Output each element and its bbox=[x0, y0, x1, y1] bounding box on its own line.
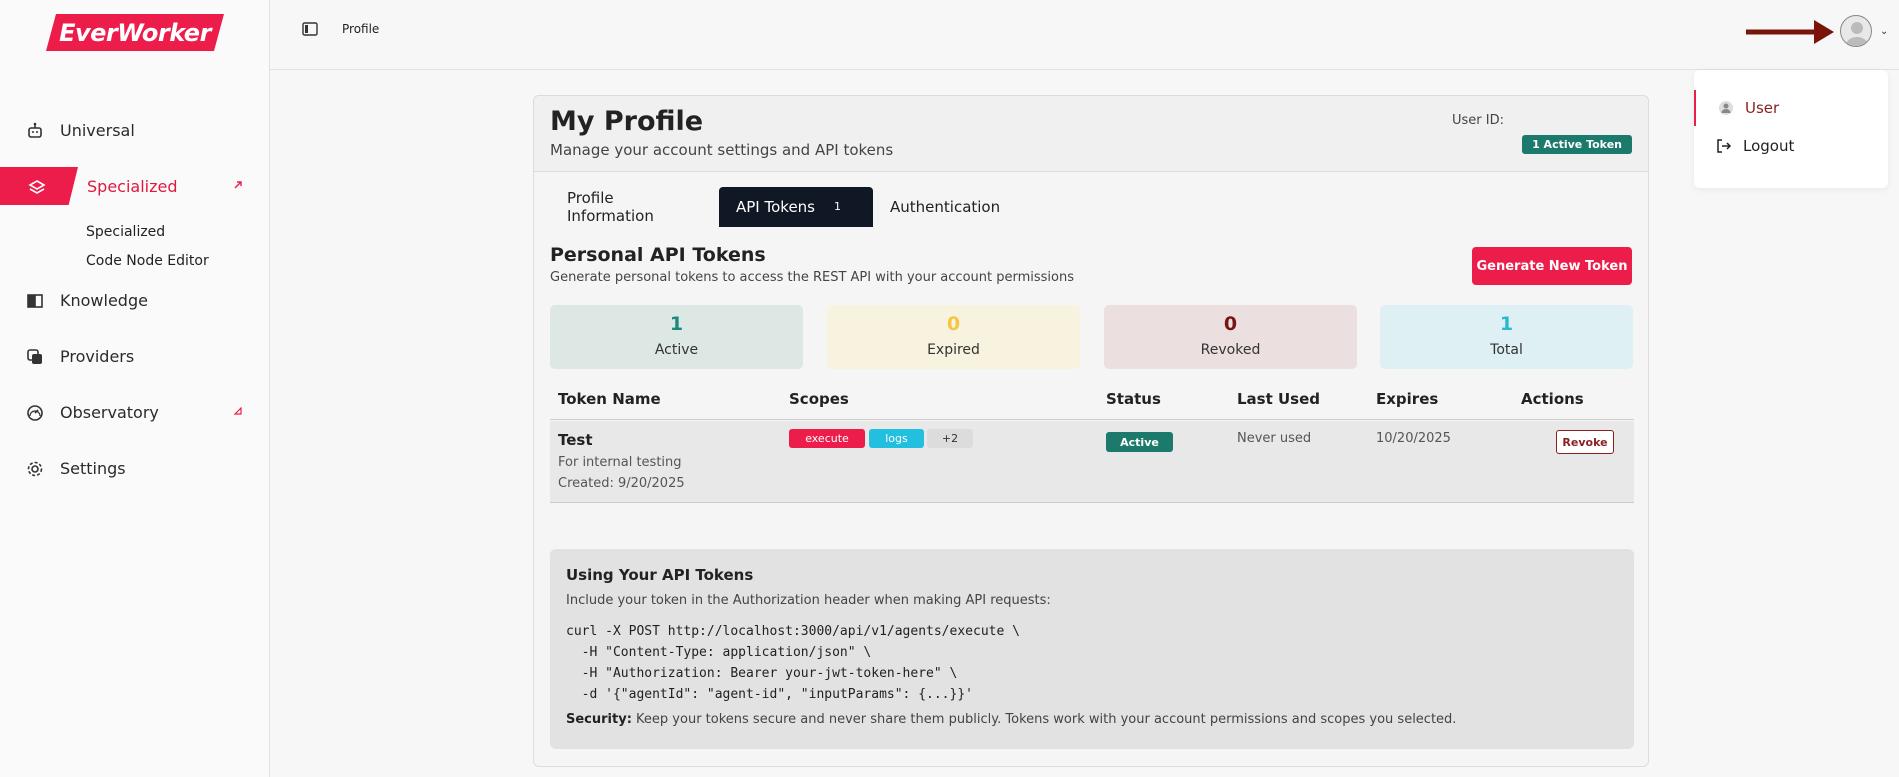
active-token-badge: 1 Active Token bbox=[1522, 135, 1632, 154]
sidebar-item-label: Universal bbox=[60, 120, 135, 140]
tab-label: API Tokens bbox=[736, 198, 815, 216]
section-subtitle: Generate personal tokens to access the R… bbox=[550, 270, 1074, 285]
stat-value: 0 bbox=[1223, 313, 1238, 335]
usage-title: Using Your API Tokens bbox=[566, 566, 754, 584]
security-note: Security: Keep your tokens secure and ne… bbox=[566, 712, 1456, 727]
stack-icon bbox=[27, 349, 42, 364]
book-icon bbox=[27, 294, 43, 308]
tab-profile-information[interactable]: Profile Information bbox=[550, 187, 671, 227]
pointer-arrow-annotation bbox=[1746, 20, 1834, 44]
stat-card-expired: 0 Expired bbox=[827, 305, 1080, 369]
security-text: Keep your tokens secure and never share … bbox=[636, 712, 1457, 727]
section-title: Personal API Tokens bbox=[550, 244, 766, 266]
column-header: Last Used bbox=[1237, 390, 1321, 408]
expand-arrow-icon bbox=[234, 407, 242, 415]
token-name: Test bbox=[558, 431, 593, 449]
avatar[interactable] bbox=[1840, 15, 1872, 47]
code-example: curl -X POST http://localhost:3000/api/v… bbox=[566, 624, 1020, 702]
stat-card-revoked: 0 Revoked bbox=[1104, 305, 1357, 369]
everworker-logo[interactable]: EverWorker bbox=[46, 14, 224, 51]
page-title: My Profile bbox=[550, 106, 704, 137]
sidebar-subitem-specialized[interactable]: Specialized bbox=[86, 224, 165, 240]
layers-icon bbox=[28, 180, 46, 194]
sidebar-item-observatory[interactable]: Observatory bbox=[0, 393, 270, 431]
sidebar-item-specialized[interactable]: Specialized bbox=[0, 167, 270, 205]
sidebar-item-settings[interactable]: Settings bbox=[0, 449, 270, 487]
sidebar-item-label: Observatory bbox=[60, 402, 159, 422]
chevron-down-icon[interactable]: ⌄ bbox=[1880, 26, 1888, 37]
tab-count-badge: 1 bbox=[834, 200, 841, 213]
tokens-table-header: Token Name Scopes Status Last Used Expir… bbox=[550, 376, 1634, 420]
column-header: Expires bbox=[1376, 390, 1439, 408]
breadcrumb: Profile bbox=[342, 22, 380, 36]
revoke-button[interactable]: Revoke bbox=[1556, 430, 1614, 454]
tab-authentication[interactable]: Authentication bbox=[873, 187, 1017, 227]
menu-item-logout[interactable]: Logout bbox=[1694, 128, 1888, 164]
sidebar: EverWorker Universal Specialized Special… bbox=[0, 0, 270, 777]
column-header: Status bbox=[1106, 390, 1161, 408]
menu-item-label: Logout bbox=[1743, 137, 1795, 155]
scope-badge-execute: execute bbox=[789, 429, 865, 448]
column-header: Actions bbox=[1521, 390, 1584, 408]
logout-icon bbox=[1717, 139, 1732, 153]
usage-description: Include your token in the Authorization … bbox=[566, 593, 1051, 608]
expand-arrow-icon bbox=[234, 181, 242, 189]
generate-new-token-button[interactable]: Generate New Token bbox=[1472, 247, 1632, 285]
last-used-value: Never used bbox=[1237, 431, 1312, 446]
sidebar-toggle-icon[interactable] bbox=[302, 22, 318, 36]
user-id-label: User ID: bbox=[1452, 113, 1504, 128]
security-label: Security: bbox=[566, 712, 632, 727]
scope-badge-logs: logs bbox=[869, 429, 924, 448]
tab-api-tokens[interactable]: API Tokens 1 bbox=[719, 187, 873, 227]
token-description: For internal testing bbox=[558, 455, 682, 470]
stat-value: 1 bbox=[669, 313, 684, 335]
menu-item-user[interactable]: User bbox=[1694, 90, 1888, 126]
gauge-icon bbox=[27, 405, 43, 421]
sidebar-item-label: Providers bbox=[60, 346, 135, 366]
sidebar-item-label: Knowledge bbox=[60, 290, 148, 310]
stat-card-total: 1 Total bbox=[1380, 305, 1633, 369]
sidebar-item-providers[interactable]: Providers bbox=[0, 337, 270, 375]
page-subtitle: Manage your account settings and API tok… bbox=[550, 141, 894, 159]
status-badge: Active bbox=[1106, 432, 1173, 452]
column-header: Token Name bbox=[558, 390, 661, 408]
stat-label: Active bbox=[654, 342, 699, 358]
stat-value: 0 bbox=[946, 313, 961, 335]
profile-header: My Profile Manage your account settings … bbox=[534, 96, 1648, 172]
stat-card-active: 1 Active bbox=[550, 305, 803, 369]
user-icon bbox=[1719, 101, 1733, 115]
api-usage-panel: Using Your API Tokens Include your token… bbox=[550, 549, 1634, 749]
stat-label: Expired bbox=[927, 342, 980, 358]
robot-icon bbox=[28, 122, 42, 138]
topbar: Profile bbox=[270, 0, 1899, 70]
gear-icon bbox=[27, 461, 43, 477]
profile-card: My Profile Manage your account settings … bbox=[533, 95, 1649, 767]
expires-value: 10/20/2025 bbox=[1376, 431, 1451, 446]
logo-text: EverWorker bbox=[59, 18, 211, 47]
sidebar-item-label: Settings bbox=[60, 458, 126, 478]
sidebar-item-knowledge[interactable]: Knowledge bbox=[0, 281, 270, 319]
sidebar-item-universal[interactable]: Universal bbox=[0, 111, 270, 149]
sidebar-subitem-code-node-editor[interactable]: Code Node Editor bbox=[86, 253, 209, 269]
sidebar-item-label: Specialized bbox=[87, 176, 178, 196]
token-created: Created: 9/20/2025 bbox=[558, 476, 685, 491]
stat-label: Revoked bbox=[1200, 342, 1261, 358]
stat-value: 1 bbox=[1499, 313, 1514, 335]
menu-item-label: User bbox=[1745, 99, 1780, 117]
stat-label: Total bbox=[1490, 342, 1523, 358]
scope-badge-more[interactable]: +2 bbox=[927, 429, 973, 448]
user-menu-dropdown: User Logout bbox=[1694, 70, 1888, 188]
table-row: Test For internal testing Created: 9/20/… bbox=[550, 421, 1634, 503]
column-header: Scopes bbox=[789, 390, 849, 408]
